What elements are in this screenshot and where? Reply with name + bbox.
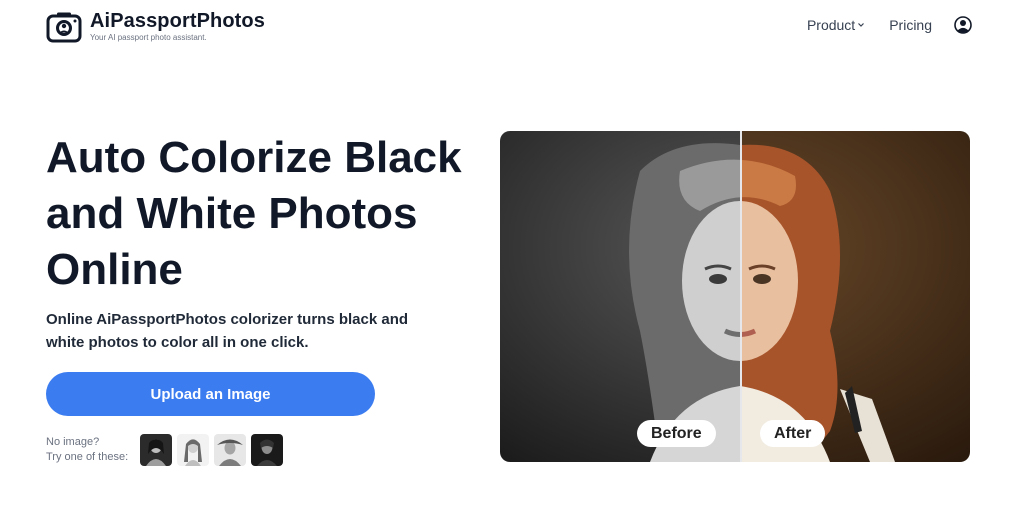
sample-image-4[interactable] [251,434,283,466]
sample-image-1[interactable] [140,434,172,466]
brand-logo[interactable]: AiPassportPhotos Your AI passport photo … [46,10,265,43]
chevron-down-icon [858,23,865,27]
comparison-slider-handle[interactable] [740,131,742,462]
nav-product-label: Product [806,17,856,33]
nav-pricing[interactable]: Pricing [889,17,932,33]
camera-logo-icon [46,12,82,42]
brand-tagline: Your AI passport photo assistant. [90,33,207,42]
sample-label-line1: No image? [46,436,100,448]
sample-image-2[interactable] [177,434,209,466]
main-nav: Product Pricing [807,16,972,34]
sample-images-label: No image? Try one of these: [46,435,128,465]
after-label: After [760,420,826,447]
before-label: Before [637,420,716,447]
nav-product[interactable]: Product [807,17,865,33]
sample-images [140,434,288,466]
user-circle-icon[interactable] [954,16,972,34]
hero-description: Online AiPassportPhotos colorizer turns … [46,311,409,351]
upload-image-button[interactable]: Upload an Image [46,372,375,416]
sample-label-line2: Try one of these: [46,451,129,463]
page-title: Auto Colorize Black and White Photos Onl… [46,133,462,294]
before-after-comparison[interactable]: Before After [500,131,970,462]
site-header: AiPassportPhotos Your AI passport photo … [0,0,1024,56]
comparison-photo [500,131,970,462]
brand-name: AiPassportPhotos [90,10,265,32]
nav-pricing-label: Pricing [889,17,932,33]
sample-image-3[interactable] [214,434,246,466]
